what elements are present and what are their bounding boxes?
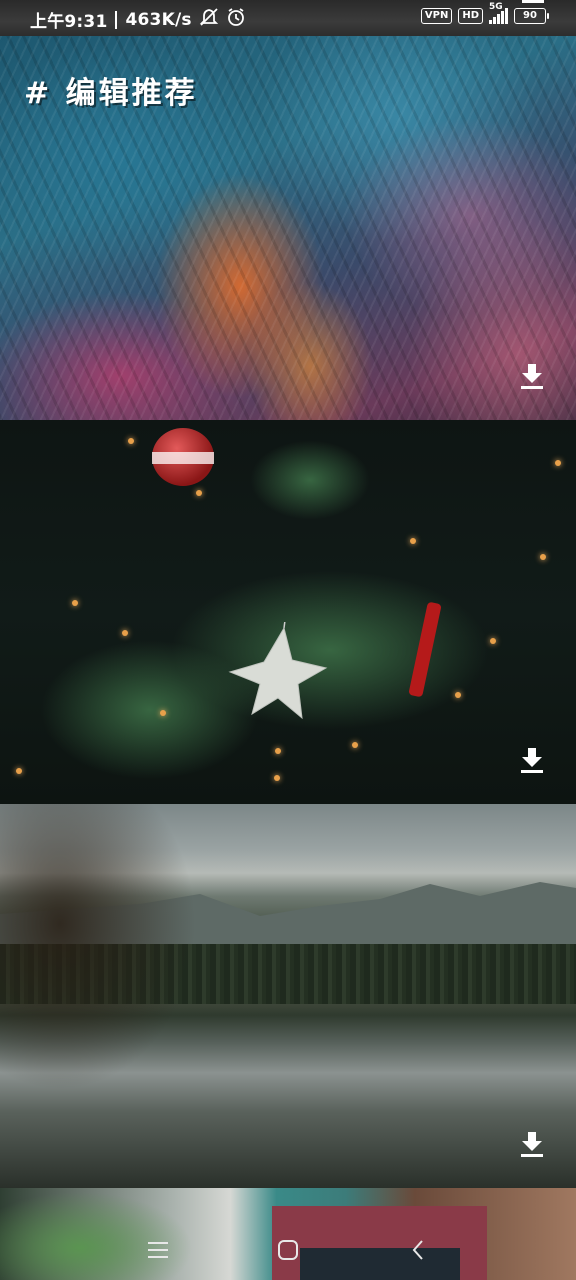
bokeh-light xyxy=(122,630,128,636)
download-button[interactable] xyxy=(520,1130,544,1158)
bokeh-light xyxy=(128,438,134,444)
mute-icon xyxy=(198,7,220,32)
top-indicator xyxy=(522,0,544,3)
download-icon xyxy=(521,748,543,773)
status-right: VPN HD 5G 90 xyxy=(420,2,549,24)
download-button[interactable] xyxy=(520,746,544,774)
bokeh-light xyxy=(352,742,358,748)
download-button[interactable] xyxy=(520,362,544,390)
home-icon xyxy=(278,1240,298,1260)
hd-badge: HD xyxy=(458,8,483,24)
bokeh-light xyxy=(274,775,280,781)
bokeh-light xyxy=(160,710,166,716)
download-icon xyxy=(521,364,543,389)
wallpaper-card-lake[interactable] xyxy=(0,804,576,1188)
bokeh-light xyxy=(490,638,496,644)
signal-label: 5G xyxy=(489,2,503,12)
system-nav-bar xyxy=(0,1220,576,1280)
battery-level: 90 xyxy=(523,10,537,21)
bokeh-light xyxy=(72,600,78,606)
menu-icon xyxy=(148,1242,168,1258)
star-ornament xyxy=(228,622,328,720)
section-title: # 编辑推荐 xyxy=(24,76,198,111)
network-speed: 463K/s xyxy=(125,9,192,30)
bokeh-light xyxy=(196,490,202,496)
wallpaper-card-abstract[interactable]: # 编辑推荐 xyxy=(0,36,576,420)
bokeh-light xyxy=(540,554,546,560)
alarm-icon xyxy=(226,7,246,32)
divider xyxy=(115,10,118,29)
bokeh-light xyxy=(16,768,22,774)
clock: 上午9:31 xyxy=(30,12,108,32)
red-ball-ornament xyxy=(152,428,214,486)
bokeh-light xyxy=(455,692,461,698)
foreground-foliage xyxy=(0,804,200,1188)
battery-indicator: 90 xyxy=(514,8,549,24)
bokeh-light xyxy=(555,460,561,466)
download-icon xyxy=(521,1132,543,1157)
bokeh-light xyxy=(410,538,416,544)
vpn-badge: VPN xyxy=(420,8,453,24)
status-bar: 上午9:31 463K/s VPN HD 5G 90 xyxy=(0,0,576,36)
menu-button[interactable] xyxy=(142,1234,174,1266)
pine-branch xyxy=(40,640,260,780)
wallpaper-card-christmas[interactable] xyxy=(0,420,576,804)
wallpaper-feed-screen: 上午9:31 463K/s VPN HD 5G 90 # 编辑推荐 xyxy=(0,0,576,1280)
home-button[interactable] xyxy=(272,1234,304,1266)
back-icon xyxy=(412,1240,423,1260)
signal-icon: 5G xyxy=(489,2,508,24)
back-button[interactable] xyxy=(402,1234,434,1266)
bokeh-light xyxy=(275,748,281,754)
status-left: 上午9:31 463K/s xyxy=(30,7,246,32)
pine-branch xyxy=(250,440,370,520)
